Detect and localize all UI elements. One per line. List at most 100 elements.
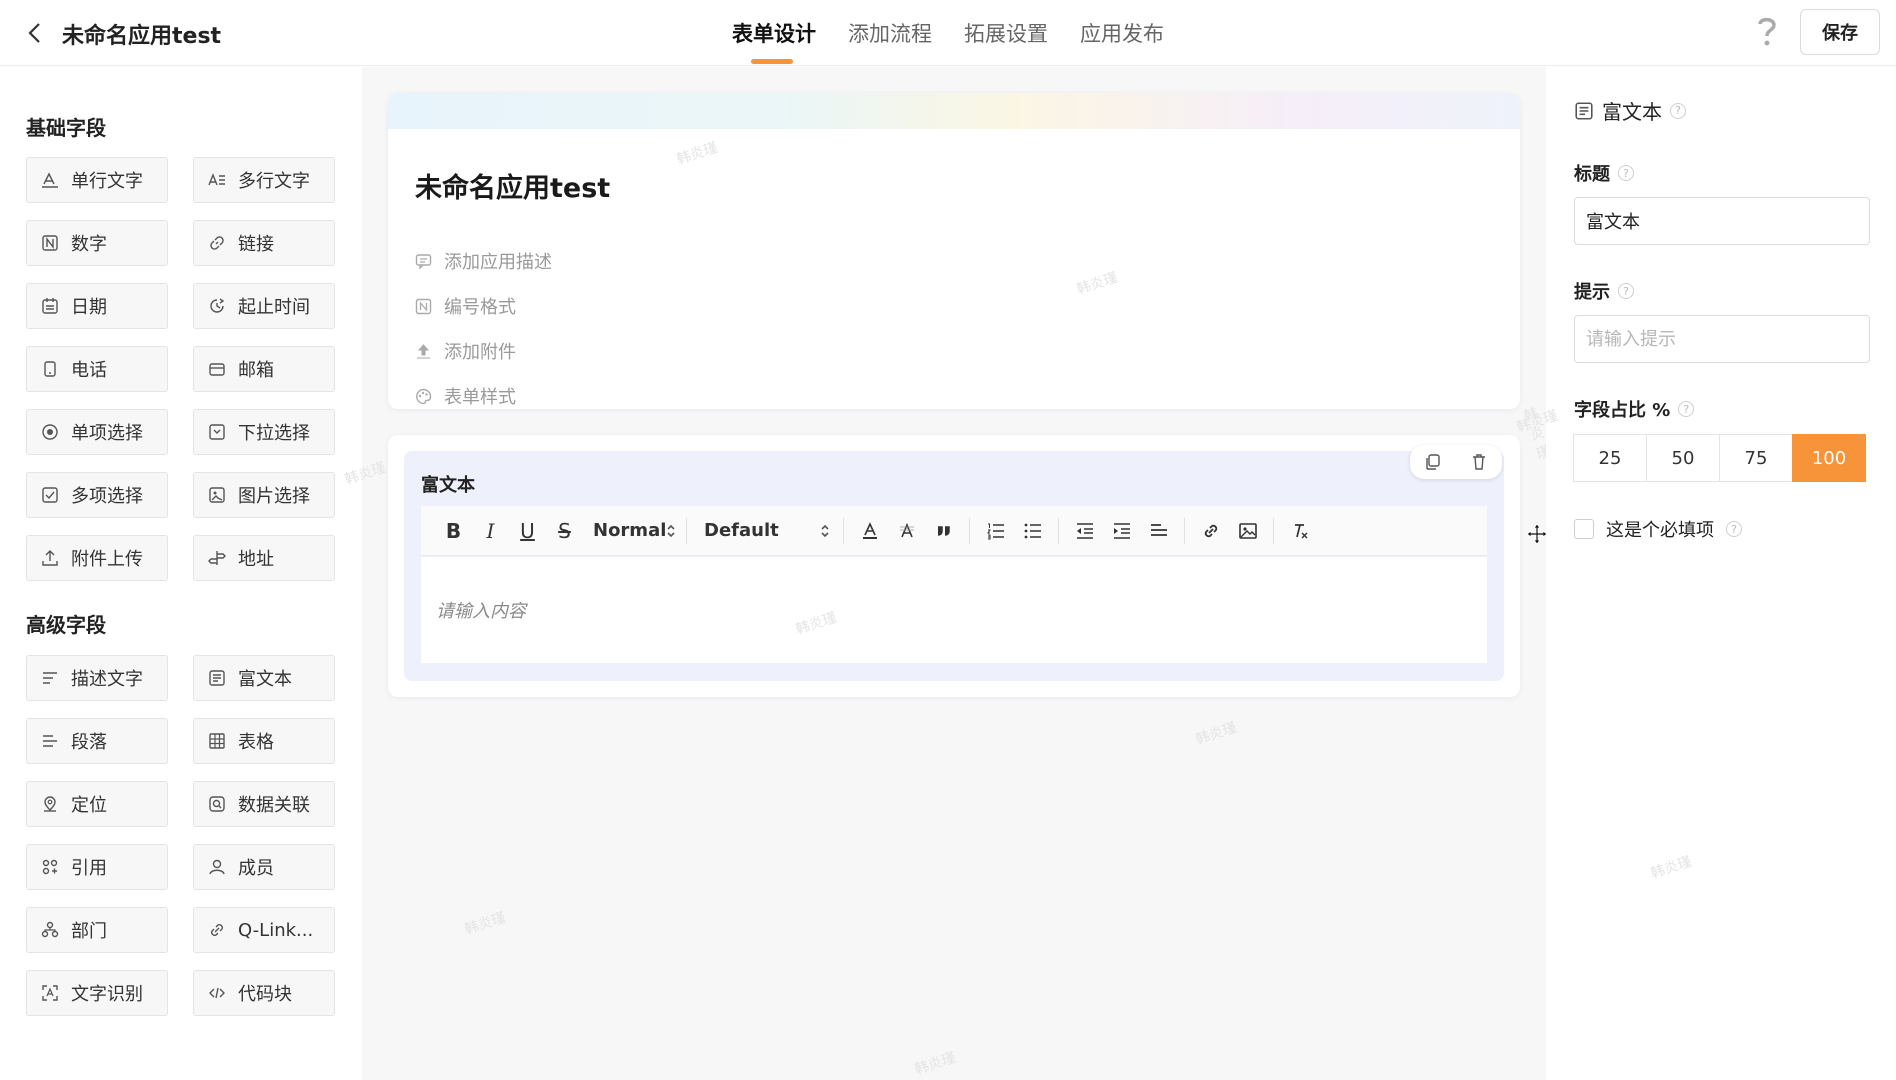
ratio-option-50[interactable]: 50 xyxy=(1646,434,1720,482)
tab-app-publish[interactable]: 应用发布 xyxy=(1080,18,1164,48)
bold-button[interactable]: B xyxy=(435,516,472,546)
form-style-option[interactable]: 表单样式 xyxy=(415,383,516,409)
font-color-icon xyxy=(862,521,877,539)
rich-text-field-card[interactable]: 富文本 B I U S Normal Default 请输入内容 xyxy=(388,435,1520,697)
multiline-text-icon xyxy=(208,173,225,186)
indent-button[interactable] xyxy=(1103,516,1140,546)
form-header-card: 未命名应用test 添加应用描述 编号格式 添加附件 表单样式 xyxy=(388,93,1520,409)
field-data-relation[interactable]: 数据关联 xyxy=(193,781,335,827)
copy-icon[interactable] xyxy=(1424,453,1442,471)
save-button[interactable]: 保存 xyxy=(1800,9,1880,55)
help-icon[interactable] xyxy=(1754,14,1780,48)
required-checkbox[interactable] xyxy=(1574,519,1594,539)
bullet-list-button[interactable] xyxy=(1014,516,1051,546)
add-description-option[interactable]: 添加应用描述 xyxy=(415,248,552,274)
rich-text-editor[interactable]: 请输入内容 xyxy=(421,557,1487,663)
field-radio[interactable]: 单项选择 xyxy=(26,409,168,455)
field-address[interactable]: 地址 xyxy=(193,535,335,581)
ratio-option-75[interactable]: 75 xyxy=(1719,434,1793,482)
field-email[interactable]: 邮箱 xyxy=(193,346,335,392)
help-circle-icon[interactable]: ? xyxy=(1670,102,1686,119)
form-banner xyxy=(388,93,1520,129)
field-image-select[interactable]: 图片选择 xyxy=(193,472,335,518)
field-attachment[interactable]: 附件上传 xyxy=(26,535,168,581)
field-multi-line-text[interactable]: 多行文字 xyxy=(193,157,335,203)
field-number[interactable]: 数字 xyxy=(26,220,168,266)
field-date[interactable]: 日期 xyxy=(26,283,168,329)
help-circle-icon[interactable]: ? xyxy=(1618,165,1634,181)
link-icon xyxy=(210,236,224,250)
field-q-link[interactable]: Q-Link... xyxy=(193,907,335,953)
field-single-line-text[interactable]: 单行文字 xyxy=(26,157,168,203)
number-icon xyxy=(415,298,432,314)
field-label: 电话 xyxy=(71,360,107,381)
org-chart-icon xyxy=(41,921,59,938)
delete-icon[interactable] xyxy=(1470,453,1488,471)
indent-icon xyxy=(1113,522,1130,539)
field-code-block[interactable]: 代码块 xyxy=(193,970,335,1016)
clear-format-button[interactable] xyxy=(1281,516,1318,546)
tab-add-flow[interactable]: 添加流程 xyxy=(848,18,932,48)
field-link[interactable]: 链接 xyxy=(193,220,335,266)
ordered-list-button[interactable] xyxy=(977,516,1014,546)
field-table[interactable]: 表格 xyxy=(193,718,335,764)
font-color-button[interactable] xyxy=(851,516,888,546)
field-phone[interactable]: 电话 xyxy=(26,346,168,392)
option-label: 添加附件 xyxy=(444,342,516,363)
field-date-range[interactable]: 起止时间 xyxy=(193,283,335,329)
watermark-text: 韩炎瑾 xyxy=(462,909,508,939)
tab-extend-settings[interactable]: 拓展设置 xyxy=(964,18,1048,48)
field-title: 富文本 xyxy=(421,475,475,496)
field-paragraph[interactable]: 段落 xyxy=(26,718,168,764)
field-ocr[interactable]: 文字识别 xyxy=(26,970,168,1016)
field-label: 地址 xyxy=(238,549,274,570)
field-label: 附件上传 xyxy=(71,549,143,570)
background-color-button[interactable] xyxy=(888,516,925,546)
field-department[interactable]: 部门 xyxy=(26,907,168,953)
help-circle-icon[interactable]: ? xyxy=(1726,521,1742,537)
move-cursor-icon xyxy=(1526,523,1548,545)
hint-input[interactable] xyxy=(1574,315,1870,363)
highlight-icon xyxy=(899,522,914,537)
add-attachment-option[interactable]: 添加附件 xyxy=(415,338,516,364)
blockquote-button[interactable] xyxy=(925,516,962,546)
document-icon xyxy=(1575,101,1593,120)
field-rich-text[interactable]: 富文本 xyxy=(193,655,335,701)
field-description-text[interactable]: 描述文字 xyxy=(26,655,168,701)
toolbar-separator xyxy=(843,517,844,544)
strikethrough-button[interactable]: S xyxy=(546,516,583,546)
field-reference[interactable]: 引用 xyxy=(26,844,168,890)
ratio-option-100[interactable]: 100 xyxy=(1792,434,1866,482)
numbering-format-option[interactable]: 编号格式 xyxy=(415,293,516,319)
tab-form-design[interactable]: 表单设计 xyxy=(732,18,816,64)
field-label: 表格 xyxy=(238,732,274,753)
field-location[interactable]: 定位 xyxy=(26,781,168,827)
field-label: 下拉选择 xyxy=(238,423,310,444)
ratio-option-25[interactable]: 25 xyxy=(1573,434,1647,482)
insert-link-button[interactable] xyxy=(1192,516,1229,546)
form-title[interactable]: 未命名应用test xyxy=(415,166,610,205)
align-button[interactable] xyxy=(1140,516,1177,546)
font-size-select[interactable]: Normal xyxy=(593,520,679,541)
text-lines-icon xyxy=(43,672,57,684)
location-pin-icon xyxy=(44,796,56,812)
dropdown-icon xyxy=(209,424,225,440)
title-label-row: 标题 ? xyxy=(1574,160,1634,186)
back-arrow-icon[interactable] xyxy=(24,20,46,46)
insert-image-button[interactable] xyxy=(1229,516,1266,546)
field-label: 链接 xyxy=(238,234,274,255)
field-checkbox[interactable]: 多项选择 xyxy=(26,472,168,518)
phone-icon xyxy=(44,361,56,377)
field-member[interactable]: 成员 xyxy=(193,844,335,890)
palette-icon xyxy=(416,388,432,404)
signpost-icon xyxy=(208,551,226,565)
underline-button[interactable]: U xyxy=(509,516,546,546)
help-circle-icon[interactable]: ? xyxy=(1678,401,1695,417)
italic-button[interactable]: I xyxy=(472,516,509,546)
title-input[interactable] xyxy=(1574,197,1870,245)
field-dropdown[interactable]: 下拉选择 xyxy=(193,409,335,455)
help-circle-icon[interactable]: ? xyxy=(1618,283,1634,299)
font-family-select[interactable]: Default xyxy=(704,520,836,541)
rich-text-toolbar: B I U S Normal Default xyxy=(421,506,1487,556)
outdent-button[interactable] xyxy=(1066,516,1103,546)
